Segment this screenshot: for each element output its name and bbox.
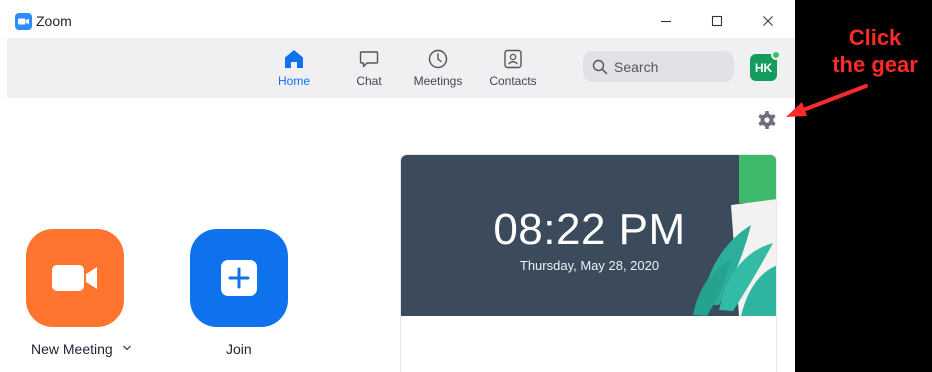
title-bar: Zoom bbox=[0, 0, 795, 40]
search-placeholder: Search bbox=[614, 58, 659, 75]
tab-label: Meetings bbox=[413, 74, 463, 88]
tab-label: Contacts bbox=[489, 74, 537, 88]
minimize-button[interactable] bbox=[653, 8, 679, 34]
search-icon bbox=[592, 59, 608, 74]
tab-label: Home bbox=[277, 74, 310, 88]
new-meeting-button[interactable] bbox=[26, 229, 124, 327]
annotation-line: Click bbox=[848, 25, 902, 50]
tab-label: Chat bbox=[356, 74, 382, 88]
join-button[interactable] bbox=[190, 229, 288, 327]
plus-icon bbox=[221, 260, 257, 296]
maximize-button[interactable] bbox=[704, 8, 730, 34]
maximize-icon bbox=[711, 15, 723, 27]
clock-banner: 08:22 PM Thursday, May 28, 2020 bbox=[401, 155, 776, 316]
online-status-badge bbox=[771, 50, 781, 60]
join-label: Join bbox=[226, 341, 252, 357]
close-icon bbox=[763, 16, 773, 26]
clock-date: Thursday, May 28, 2020 bbox=[519, 258, 660, 273]
red-arrow-icon bbox=[786, 84, 868, 117]
tab-contacts[interactable]: Contacts bbox=[485, 48, 541, 92]
close-button[interactable] bbox=[755, 8, 781, 34]
clock-card: 08:22 PM Thursday, May 28, 2020 bbox=[400, 154, 777, 372]
minimize-icon bbox=[661, 20, 671, 23]
app-title: Zoom bbox=[36, 13, 72, 29]
zoom-window: Zoom Home Chat Meetings Contacts Search … bbox=[0, 0, 795, 372]
tab-meetings[interactable]: Meetings bbox=[407, 48, 469, 92]
chat-icon bbox=[359, 51, 379, 68]
new-meeting-label[interactable]: New Meeting bbox=[31, 341, 132, 357]
contacts-icon bbox=[504, 49, 522, 69]
tab-chat[interactable]: Chat bbox=[343, 48, 395, 92]
zoom-logo-icon bbox=[15, 13, 32, 30]
annotation-line: the gear bbox=[832, 52, 918, 77]
chevron-down-icon bbox=[122, 345, 131, 351]
gear-icon bbox=[758, 111, 776, 129]
search-input[interactable]: Search bbox=[583, 51, 734, 82]
video-camera-icon bbox=[52, 265, 97, 291]
clock-icon bbox=[428, 49, 448, 69]
clock-time: 08:22 PM bbox=[493, 205, 686, 254]
annotation-text: Click the gear bbox=[818, 24, 932, 78]
home-icon bbox=[285, 50, 303, 68]
settings-gear-button[interactable] bbox=[756, 109, 778, 131]
tab-home[interactable]: Home bbox=[269, 48, 319, 92]
